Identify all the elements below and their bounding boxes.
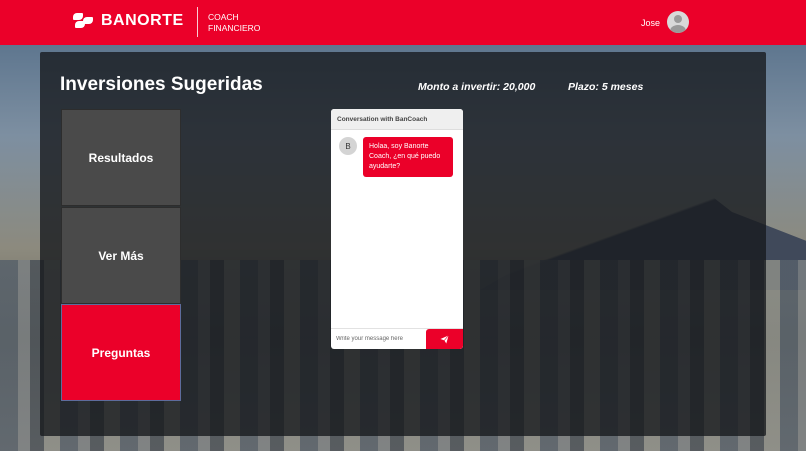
banorte-logo[interactable]: BANORTE <box>73 12 184 30</box>
resultados-button[interactable]: Resultados <box>61 109 181 206</box>
bot-avatar: B <box>339 137 357 155</box>
chat-message: B Holaa, soy Banorte Coach, ¿en qué pued… <box>339 137 453 177</box>
user-avatar-icon[interactable] <box>667 11 689 33</box>
brand-name: BANORTE <box>101 12 184 29</box>
product-label-line1: COACH <box>208 12 239 22</box>
ver-mas-button[interactable]: Ver Más <box>61 207 181 304</box>
send-button[interactable] <box>426 329 463 349</box>
chat-header: Conversation with BanCoach <box>331 109 463 130</box>
banorte-logo-icon <box>73 13 95 29</box>
preguntas-button[interactable]: Preguntas <box>61 304 181 401</box>
investment-term: Plazo: 5 meses <box>568 81 644 93</box>
header-divider <box>197 7 198 37</box>
user-name[interactable]: Jose <box>641 18 660 28</box>
chat-message-input[interactable] <box>331 336 425 342</box>
page-title: Inversiones Sugeridas <box>60 74 263 95</box>
chat-input-bar <box>331 328 463 349</box>
chat-window: Conversation with BanCoach B Holaa, soy … <box>331 109 463 349</box>
investment-amount: Monto a invertir: 20,000 <box>418 81 536 93</box>
product-label: COACH FINANCIERO <box>208 12 260 34</box>
send-icon <box>440 334 449 344</box>
bot-message-bubble: Holaa, soy Banorte Coach, ¿en qué puedo … <box>363 137 453 177</box>
product-label-line2: FINANCIERO <box>208 23 261 33</box>
top-header: BANORTE COACH FINANCIERO Jose <box>0 0 806 45</box>
